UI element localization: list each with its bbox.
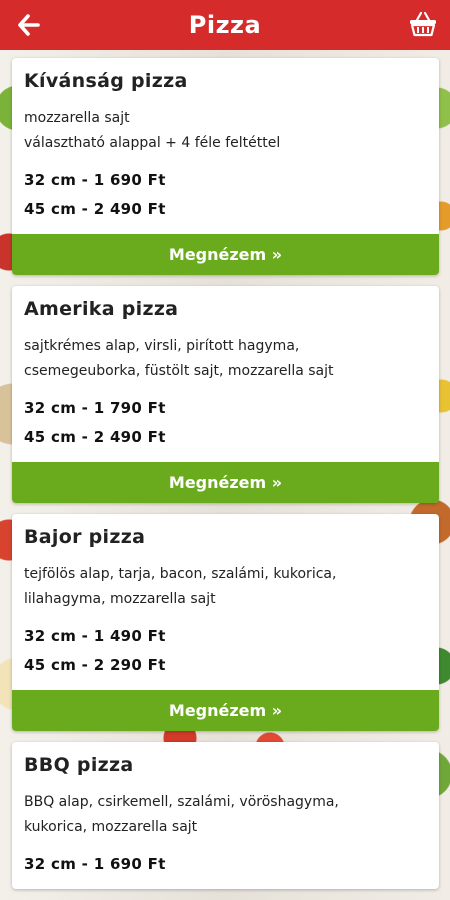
pizza-description: BBQ alap, csirkemell, szalámi, vöröshagy… bbox=[24, 794, 339, 835]
price-32cm: 32 cm - 1 690 Ft bbox=[24, 855, 166, 873]
arrow-left-icon bbox=[18, 14, 40, 36]
view-button[interactable]: Megnézem » bbox=[12, 462, 439, 503]
pizza-name: Kívánság pizza bbox=[24, 70, 188, 92]
pizza-name: BBQ pizza bbox=[24, 754, 134, 776]
basket-button[interactable] bbox=[406, 6, 440, 42]
view-button[interactable]: Megnézem » bbox=[12, 690, 439, 731]
price-32cm: 32 cm - 1 490 Ft bbox=[24, 627, 166, 645]
price-45cm: 45 cm - 2 490 Ft bbox=[24, 428, 166, 446]
pizza-card: Amerika pizza sajtkrémes alap, virsli, p… bbox=[12, 286, 439, 503]
price-45cm: 45 cm - 2 490 Ft bbox=[24, 200, 166, 218]
pizza-card: Kívánság pizza mozzarella sajt választha… bbox=[12, 58, 439, 275]
page-title: Pizza bbox=[188, 11, 262, 39]
pizza-description: sajtkrémes alap, virsli, pirított hagyma… bbox=[24, 338, 334, 379]
price-45cm: 45 cm - 2 290 Ft bbox=[24, 656, 166, 674]
back-button[interactable] bbox=[12, 9, 46, 41]
basket-icon bbox=[410, 11, 436, 37]
pizza-name: Amerika pizza bbox=[24, 298, 179, 320]
pizza-name: Bajor pizza bbox=[24, 526, 146, 548]
pizza-card: BBQ pizza BBQ alap, csirkemell, szalámi,… bbox=[12, 742, 439, 889]
app-header: Pizza bbox=[0, 0, 450, 50]
pizza-description: tejfölös alap, tarja, bacon, szalámi, ku… bbox=[24, 566, 337, 607]
price-32cm: 32 cm - 1 690 Ft bbox=[24, 171, 166, 189]
pizza-description: mozzarella sajt választható alappal + 4 … bbox=[24, 110, 281, 151]
pizza-list: Kívánság pizza mozzarella sajt választha… bbox=[12, 58, 439, 900]
pizza-card: Bajor pizza tejfölös alap, tarja, bacon,… bbox=[12, 514, 439, 731]
price-32cm: 32 cm - 1 790 Ft bbox=[24, 399, 166, 417]
view-button[interactable]: Megnézem » bbox=[12, 234, 439, 275]
